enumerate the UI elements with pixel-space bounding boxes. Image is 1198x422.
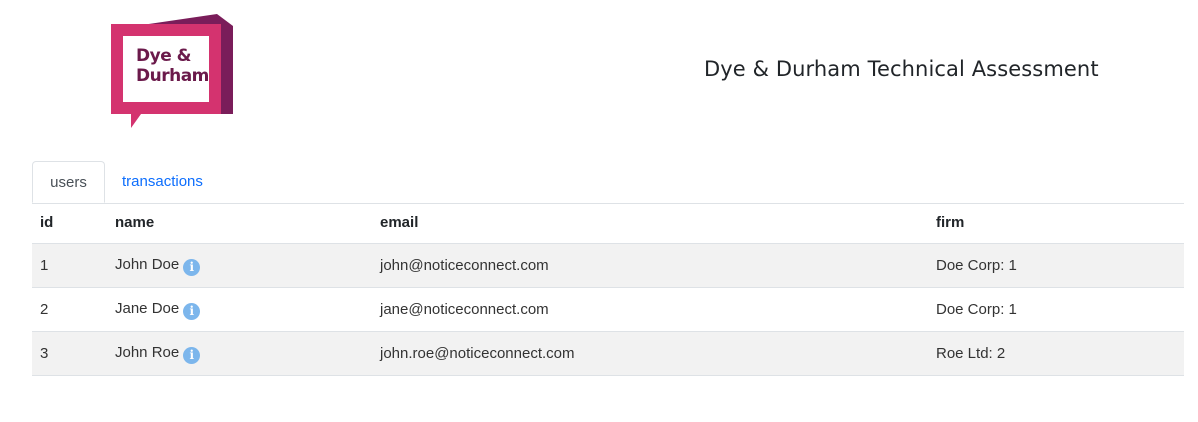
- logo-text-line2: Durham: [136, 66, 209, 86]
- cell-firm: Doe Corp: 1: [928, 243, 1184, 288]
- users-table: id name email firm 1 John Doe i john@noti…: [32, 202, 1184, 376]
- cell-email: john.roe@noticeconnect.com: [372, 331, 928, 376]
- cell-id: 2: [32, 287, 107, 332]
- logo-wordmark: Dye & Durham: [136, 46, 209, 86]
- cell-firm: Roe Ltd: 2: [928, 331, 1184, 376]
- header: Dye & Durham Dye & Durham Technical Asse…: [0, 0, 1198, 140]
- info-icon[interactable]: i: [183, 346, 201, 364]
- tab-transactions[interactable]: transactions: [106, 161, 219, 202]
- cell-id: 3: [32, 331, 107, 376]
- cell-firm: Doe Corp: 1: [928, 287, 1184, 332]
- cell-email: john@noticeconnect.com: [372, 243, 928, 288]
- table-row: 2 Jane Doe i jane@noticeconnect.com Doe C…: [32, 287, 1184, 332]
- table-row: 3 John Roe i john.roe@noticeconnect.com R…: [32, 331, 1184, 376]
- info-icon[interactable]: i: [183, 258, 201, 276]
- column-header-firm: firm: [928, 202, 1184, 244]
- cell-name: Jane Doe i: [107, 287, 372, 332]
- cell-id: 1: [32, 243, 107, 288]
- cell-name: John Doe i: [107, 243, 372, 288]
- cell-email: jane@noticeconnect.com: [372, 287, 928, 332]
- tab-bar: users transactions: [32, 161, 1184, 204]
- logo-text-line1: Dye &: [136, 46, 191, 66]
- column-header-email: email: [372, 202, 928, 244]
- info-icon[interactable]: i: [183, 302, 201, 320]
- tab-users[interactable]: users: [32, 161, 105, 203]
- column-header-id: id: [32, 202, 107, 244]
- table-header-row: id name email firm: [32, 202, 1184, 244]
- table-row: 1 John Doe i john@noticeconnect.com Doe C…: [32, 243, 1184, 288]
- cell-name: John Roe i: [107, 331, 372, 376]
- user-name: Jane Doe: [115, 299, 180, 317]
- user-name: John Doe: [115, 255, 180, 273]
- page-title: Dye & Durham Technical Assessment: [704, 57, 1099, 81]
- column-header-name: name: [107, 202, 372, 244]
- user-name: John Roe: [115, 343, 180, 361]
